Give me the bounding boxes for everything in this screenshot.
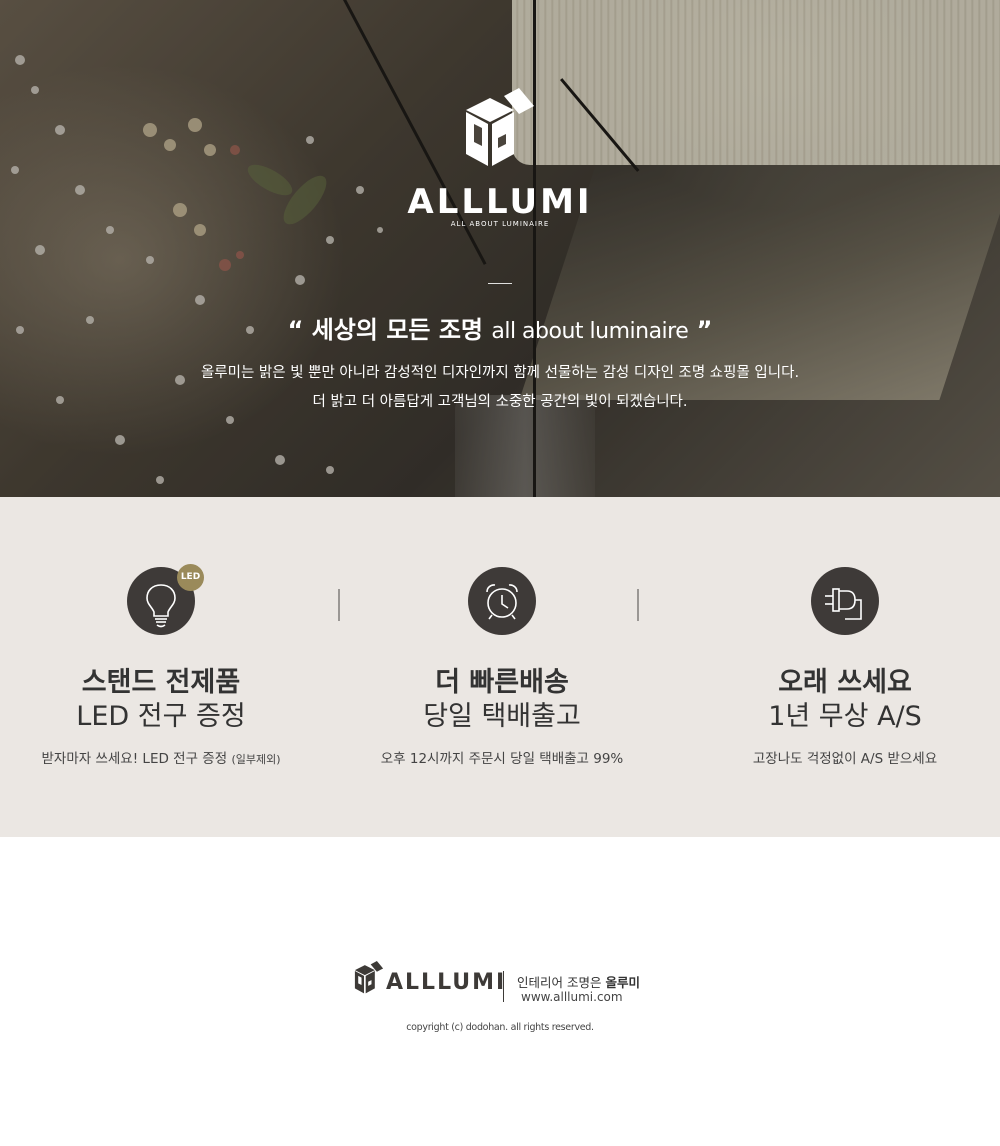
footer-slogan-prefix: 인테리어 조명은 [517, 975, 602, 990]
feature-icon-circle [468, 567, 536, 635]
brand-tagline: ALL ABOUT LUMINAIRE [450, 220, 550, 228]
headline-english: all about luminaire [491, 319, 689, 344]
feature-icon-circle [811, 567, 879, 635]
feature-icon-circle: LED [127, 564, 204, 635]
feature-subtitle: 당일 택배출고 [423, 701, 581, 732]
brand-name: ALLLUMI [407, 182, 593, 222]
feature-separator [338, 589, 340, 621]
copyright-text: copyright (c) dodohan. all rights reserv… [406, 1022, 594, 1033]
alllumi-logo-icon [354, 961, 384, 994]
footer-divider [503, 971, 504, 1002]
hero-divider [488, 283, 512, 284]
headline-korean: 세상의 모든 조명 [311, 316, 483, 344]
alarm-clock-icon [486, 584, 518, 620]
hero-description-line1: 올루미는 밝은 빛 뿐만 아니라 감성적인 디자인까지 함께 선물하는 감성 디… [200, 365, 800, 381]
feature-separator [637, 589, 639, 621]
feature-description: 받자마자 쓰세요! LED 전구 증정 (일부제외) [0, 747, 326, 767]
feature-description-text: 받자마자 쓰세요! LED 전구 증정 [41, 751, 228, 767]
features-section: LED 스탠드 전제품 LED 전구 증정 받자마자 쓰세요! LED 전구 증… [0, 497, 1000, 837]
footer-slogan-brand: 올루미 [605, 975, 640, 990]
hero-description-line2: 더 밝고 더 아름답게 고객님의 소중한 공간의 빛이 되겠습니다. [312, 394, 688, 410]
feature-subtitle: 1년 무상 A/S [768, 701, 922, 732]
feature-description-note: (일부제외) [231, 753, 281, 766]
open-quote: “ [287, 316, 304, 344]
feature-description: 고장나도 걱정없이 A/S 받으세요 [752, 751, 938, 767]
hero-headline: “ 세상의 모든 조명 all about luminaire ” [0, 310, 1000, 345]
alllumi-logo-icon [466, 88, 534, 166]
close-quote: ” [696, 316, 713, 344]
feature-subtitle: LED 전구 증정 [76, 701, 246, 732]
hero-banner: ALLLUMI ALL ABOUT LUMINAIRE “ 세상의 모든 조명 … [0, 0, 1000, 497]
footer-brand: ALLLUMI [386, 970, 507, 995]
footer: ALLLUMI 인테리어 조명은 올루미 www.alllumi.com cop… [0, 837, 1000, 1146]
feature-description: 오후 12시까지 주문시 당일 택배출고 99% [380, 751, 624, 767]
hero-content: ALLLUMI ALL ABOUT LUMINAIRE “ 세상의 모든 조명 … [0, 0, 1000, 497]
footer-website-link[interactable]: www.alllumi.com [521, 990, 623, 1004]
power-plug-icon [825, 588, 862, 620]
footer-slogan: 인테리어 조명은 올루미 [517, 972, 640, 991]
led-badge: LED [177, 564, 204, 591]
